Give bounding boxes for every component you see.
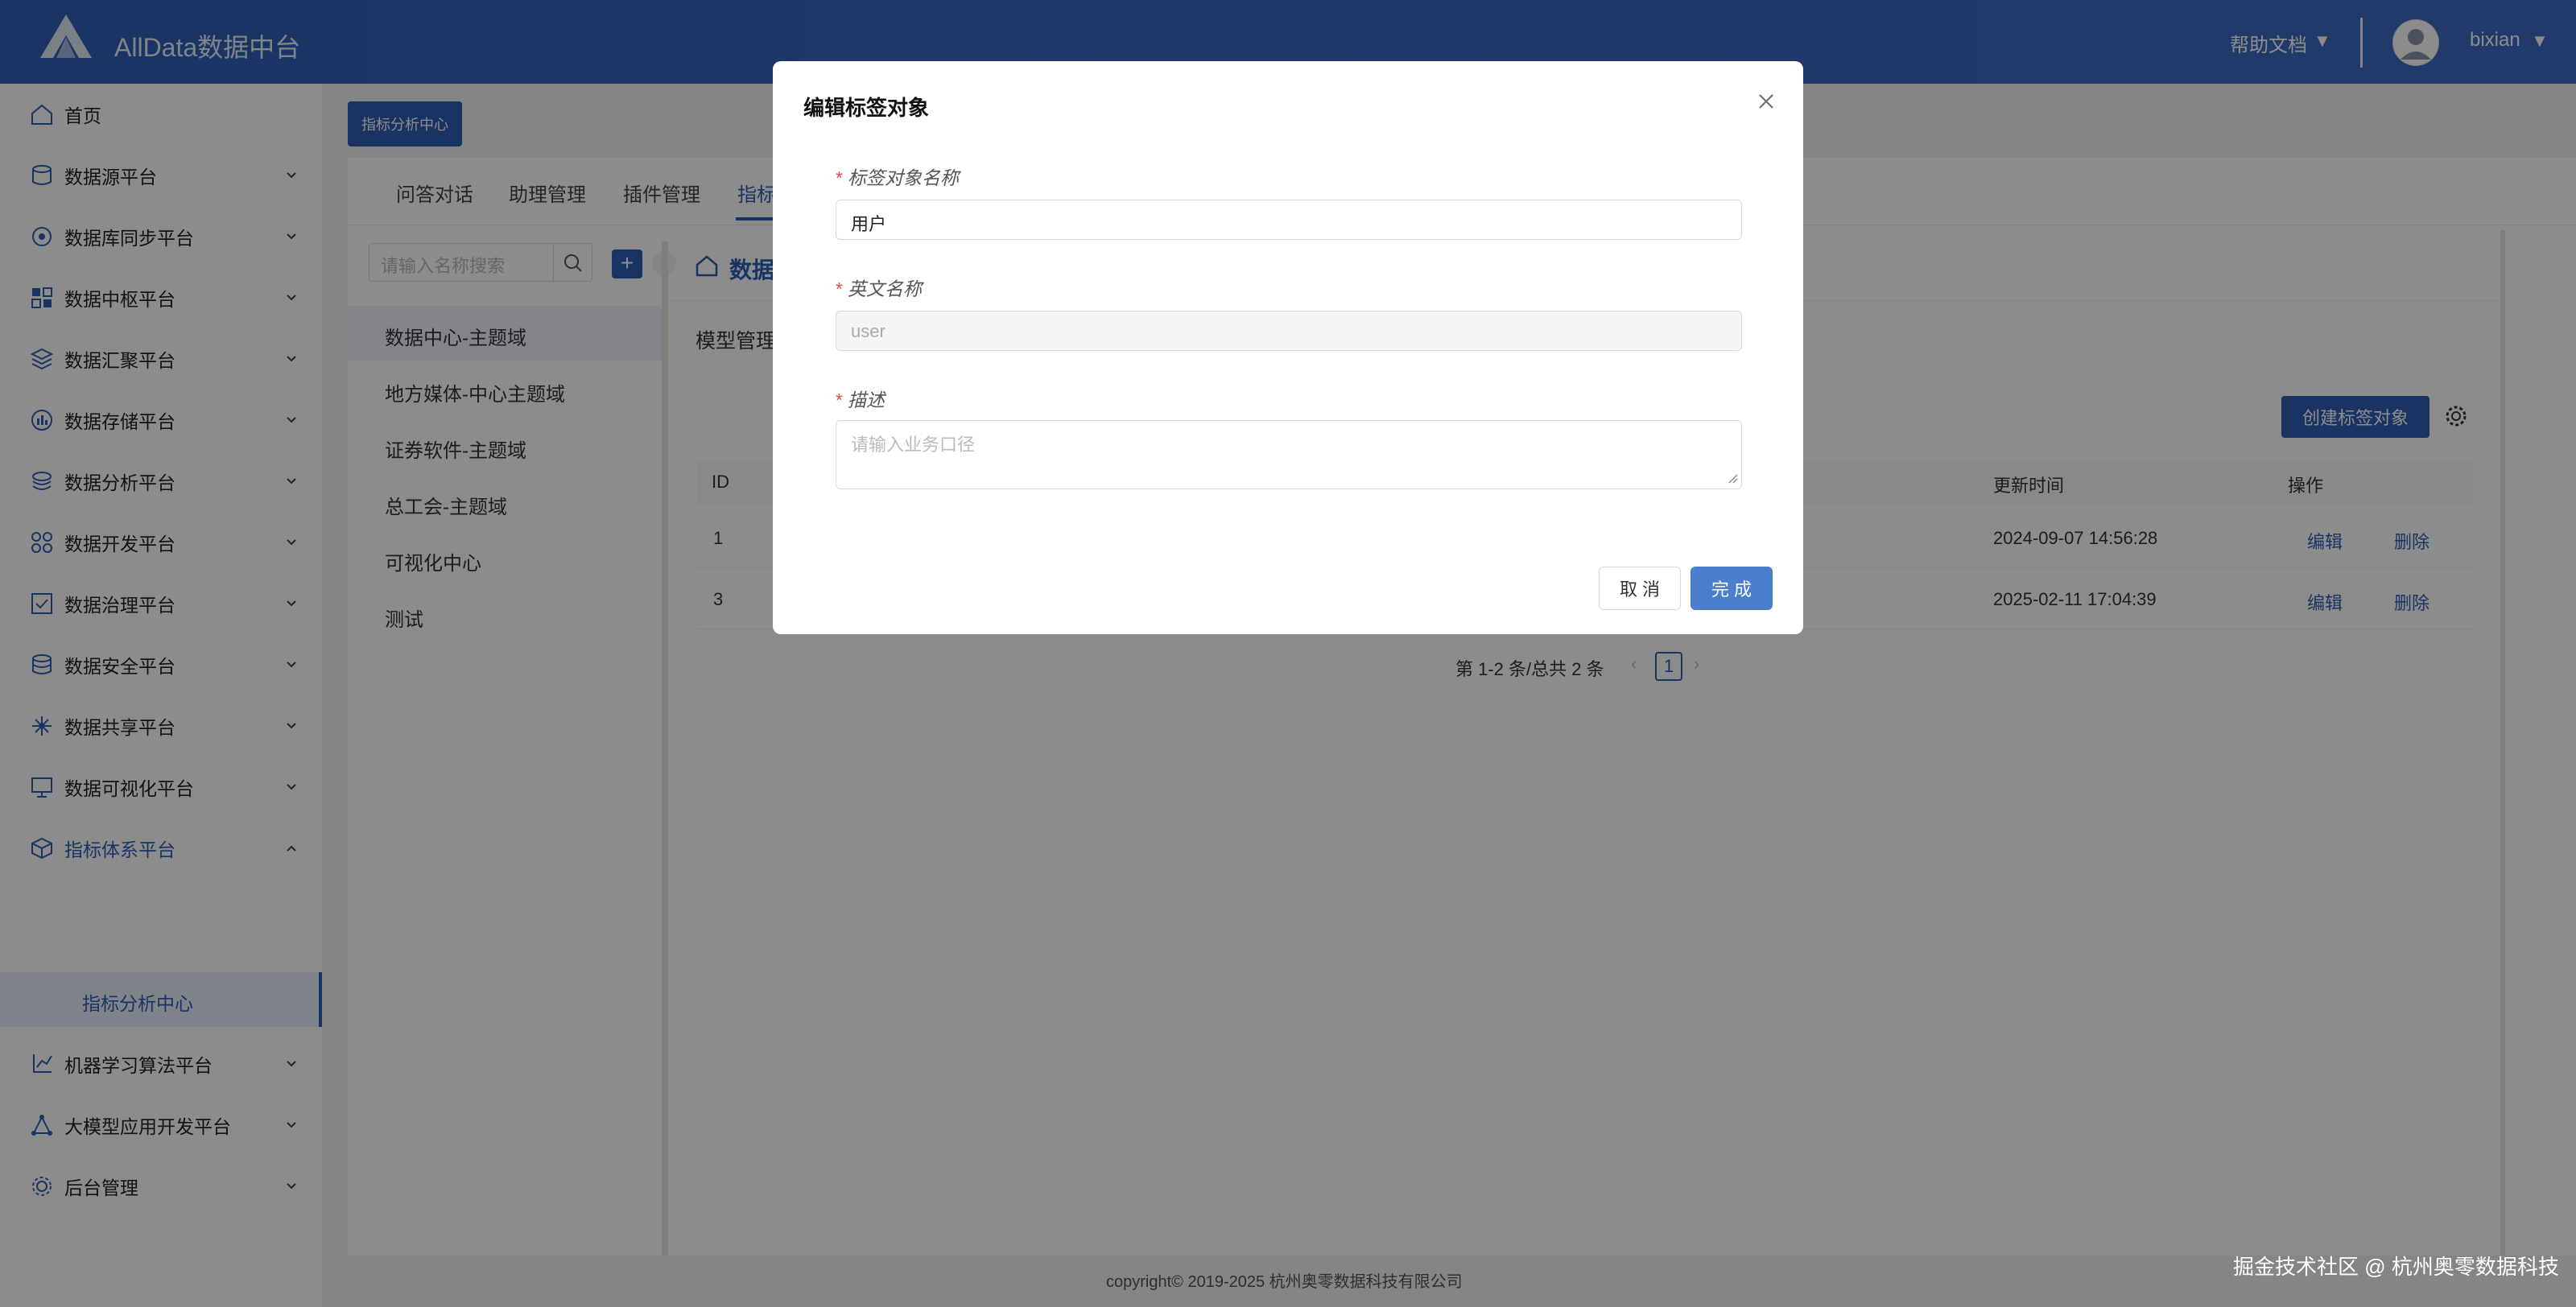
en-name-field-label: * 英文名称 xyxy=(836,274,922,301)
desc-label-text: 描述 xyxy=(847,390,885,410)
close-icon[interactable] xyxy=(1752,87,1781,116)
required-mark: * xyxy=(836,278,843,299)
name-field-label: * 标签对象名称 xyxy=(836,163,959,190)
watermark: 掘金技术社区 @ 杭州奥零数据科技 xyxy=(2233,1255,2559,1279)
cancel-button[interactable]: 取 消 xyxy=(1599,567,1681,610)
dialog-title: 编辑标签对象 xyxy=(803,96,930,120)
edit-tag-object-dialog: 编辑标签对象 * 标签对象名称 用户 * 英文名称 user * 描述 请输入业务口径… xyxy=(773,61,1803,634)
tag-name-input[interactable]: 用户 xyxy=(836,200,1742,240)
resize-handle-icon[interactable] xyxy=(1728,473,1739,484)
required-mark: * xyxy=(836,390,843,410)
en-label-text: 英文名称 xyxy=(847,278,922,299)
name-label-text: 标签对象名称 xyxy=(847,167,959,188)
english-name-input: user xyxy=(836,311,1742,351)
confirm-button[interactable]: 完 成 xyxy=(1690,567,1773,610)
description-textarea[interactable]: 请输入业务口径 xyxy=(836,420,1742,489)
required-mark: * xyxy=(836,167,843,188)
desc-field-label: * 描述 xyxy=(836,385,885,412)
